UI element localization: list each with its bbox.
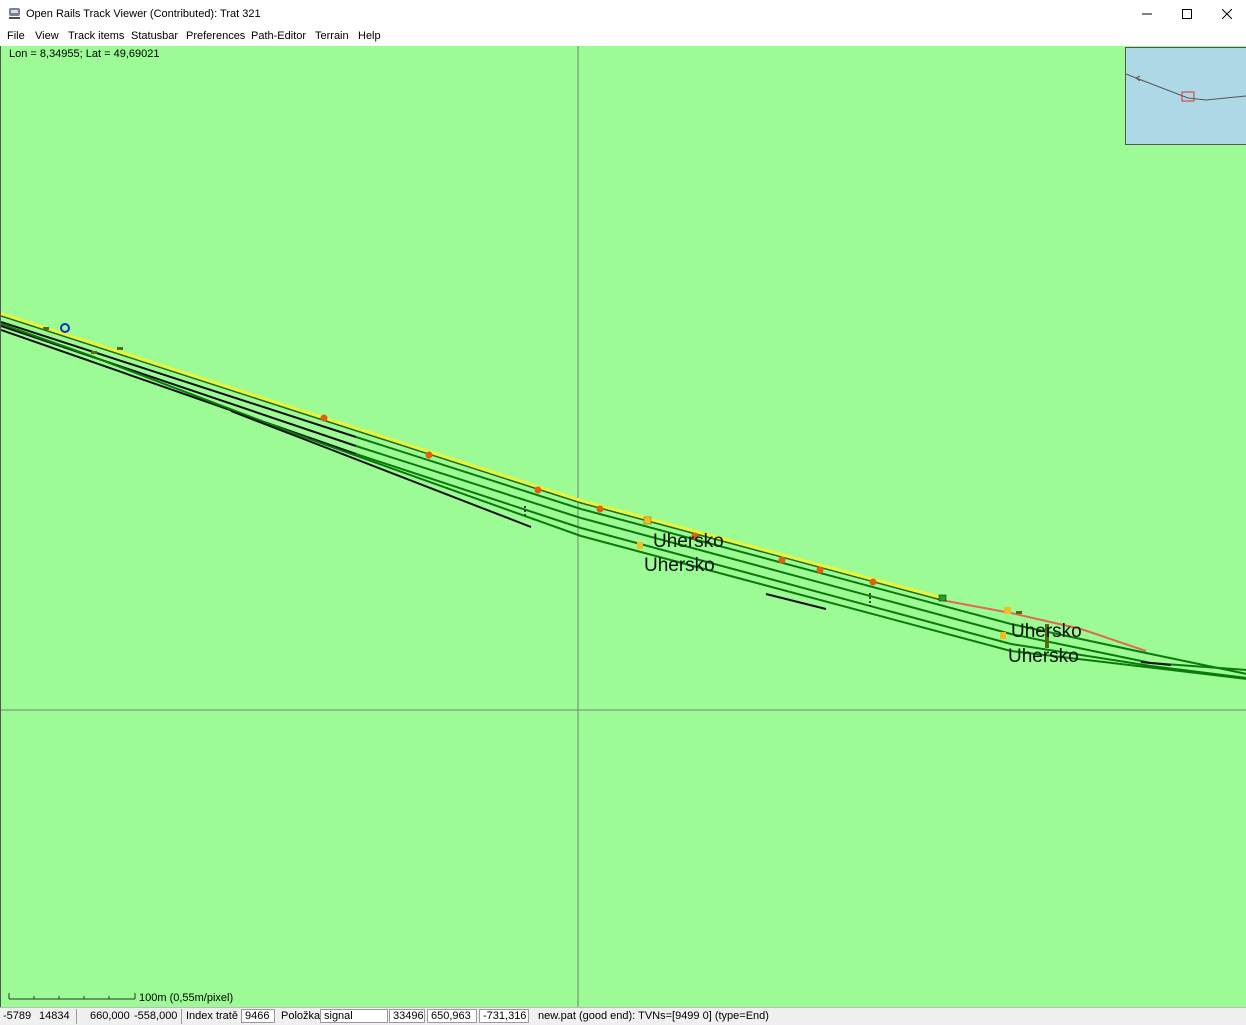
track-2 — [1, 321, 357, 438]
track-4b — [355, 453, 1246, 679]
track-item-icon — [117, 347, 123, 350]
signal-icon — [320, 414, 328, 422]
status-tile-z: 14834 — [39, 1010, 70, 1022]
coordinates-readout: Lon = 8,34955; Lat = 49,69021 — [9, 48, 160, 60]
platform-marker-icon — [1004, 607, 1011, 614]
track-4 — [1, 329, 357, 455]
track-3 — [1, 325, 357, 447]
menu-bar: File View Track items Statusbar Preferen… — [0, 28, 1246, 46]
platform-marker-icon — [637, 542, 643, 549]
track-item-icon — [1016, 611, 1022, 614]
signal-icon — [778, 556, 786, 564]
minimize-icon — [1142, 13, 1152, 15]
path-start-icon — [60, 323, 70, 333]
signal-icon — [596, 505, 604, 513]
close-button[interactable] — [1206, 0, 1246, 28]
menu-help[interactable]: Help — [358, 29, 381, 43]
menu-view[interactable]: View — [35, 29, 59, 43]
track-index-label: Index tratě — [186, 1010, 238, 1022]
item-x-field: 650,963 — [427, 1009, 477, 1023]
status-tile-x: -5789 — [3, 1010, 32, 1022]
status-bar: -5789 14834 660,000 -558,000 Index tratě… — [0, 1007, 1246, 1025]
station-label: Uhersko — [644, 555, 715, 576]
maximize-button[interactable] — [1166, 0, 1208, 28]
station-label: Uhersko — [1011, 621, 1082, 642]
signal-markers — [43, 323, 1049, 648]
path-line — [1, 312, 942, 600]
item-z-field: -731,316 — [479, 1009, 529, 1023]
window-title: Open Rails Track Viewer (Contributed): T… — [26, 8, 261, 20]
close-icon — [1222, 9, 1232, 19]
station-label: Uhersko — [653, 531, 724, 552]
signal-icon — [816, 566, 824, 574]
item-label: Položka — [281, 1010, 321, 1022]
menu-file[interactable]: File — [7, 29, 25, 43]
status-loc-z: -558,000 — [134, 1010, 178, 1022]
minimize-button[interactable] — [1126, 0, 1168, 28]
item-type-field: signal — [320, 1009, 388, 1023]
track-item-icon — [43, 327, 49, 330]
menu-preferences[interactable]: Preferences — [186, 29, 245, 43]
path-end-flag-icon — [938, 594, 947, 602]
track-index-field: 9466 — [241, 1009, 275, 1023]
status-loc-x: 660,000 — [90, 1010, 130, 1022]
minimap-drawing — [1126, 73, 1246, 102]
path-info: new.pat (good end): TVNs=[9499 0] (type=… — [538, 1010, 769, 1022]
menu-terrain[interactable]: Terrain — [315, 29, 349, 43]
menu-track-items[interactable]: Track items — [68, 29, 124, 43]
title-bar: Open Rails Track Viewer (Contributed): T… — [0, 0, 1246, 28]
menu-statusbar[interactable]: Statusbar — [131, 29, 178, 43]
scale-bar — [8, 993, 136, 1000]
minimap[interactable] — [1125, 47, 1246, 145]
track-item-icon — [91, 351, 97, 354]
signal-icon — [534, 486, 542, 494]
item-id-field: 33496 — [389, 1009, 425, 1023]
menu-path-editor[interactable]: Path-Editor — [251, 29, 306, 43]
track-drawing — [1, 46, 1246, 1007]
track-canvas[interactable]: Lon = 8,34955; Lat = 49,69021 Uhersko Uh… — [0, 46, 1246, 1007]
signal-icon — [869, 578, 877, 586]
maximize-icon — [1182, 9, 1192, 19]
signal-icon — [425, 451, 433, 459]
scale-label: 100m (0,55m/pixel) — [139, 992, 234, 1004]
platform-marker-icon — [643, 516, 652, 525]
train-icon — [9, 8, 20, 19]
station-label: Uhersko — [1008, 646, 1079, 667]
siding-2 — [765, 593, 827, 610]
platform-marker-icon — [1000, 632, 1006, 639]
